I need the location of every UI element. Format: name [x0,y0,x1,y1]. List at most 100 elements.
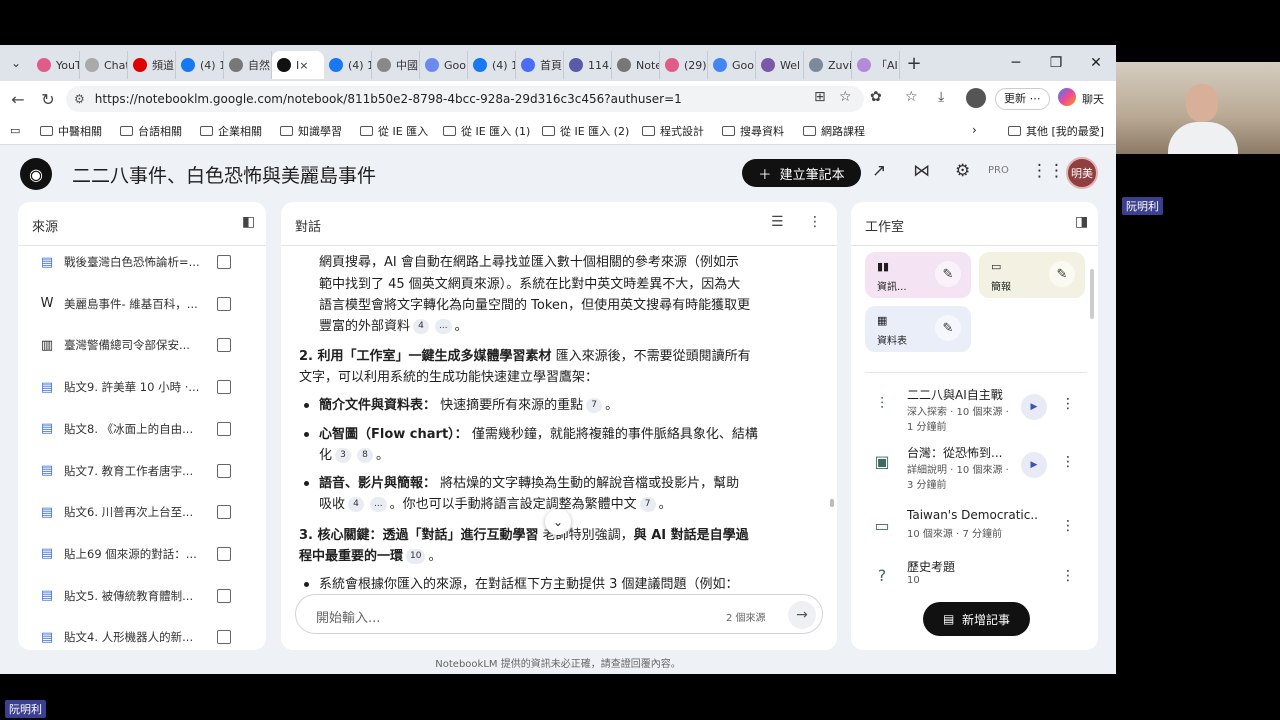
source-checkbox[interactable] [217,380,231,395]
account-avatar[interactable]: 明美 [1066,157,1098,189]
send-button[interactable]: → [788,601,816,629]
new-notebook-button[interactable]: ＋ 建立筆記本 [742,159,861,187]
favorites-icon[interactable]: ☆ [905,89,918,105]
studio-output-item[interactable]: ▭ Taiwan's Democratic... 10 個來源 · 7 分鐘前 ⋮ [869,506,1094,556]
play-icon[interactable]: ▶ [1021,394,1047,420]
browser-tab[interactable]: Wel [756,51,804,79]
bookmark-folder[interactable]: 知識學習 [280,123,342,139]
collections-icon[interactable]: ▭ [10,124,20,137]
minimize-icon[interactable]: ─ [996,45,1036,81]
browser-tab[interactable]: Chat [80,51,128,79]
browser-tab[interactable]: Zuvi [804,51,852,79]
edit-pencil-icon[interactable]: ✎ [1049,261,1075,287]
chat-more-icon[interactable]: ⋮ [808,214,822,230]
profile-avatar[interactable] [966,88,986,108]
browser-tab[interactable]: YouT [32,51,80,79]
studio-scrollbar[interactable] [1090,269,1094,319]
browser-tab[interactable]: (29) [660,51,708,79]
citation-chip[interactable]: 4 [413,319,430,334]
new-tab-button[interactable]: + [900,53,928,74]
site-info-icon[interactable]: ⚙ [74,92,85,106]
share-icon[interactable]: ⋈ [913,161,930,181]
browser-tab[interactable]: 首頁 [516,51,564,79]
scroll-down-button[interactable]: ⌄ [545,509,571,535]
bookmark-star-icon[interactable]: ☆ [839,89,852,105]
reload-icon[interactable]: ↻ [34,90,62,109]
citation-chip[interactable]: 7 [639,497,656,512]
edit-pencil-icon[interactable]: ✎ [935,261,961,287]
browser-tab[interactable]: Note [612,51,660,79]
tab-list-dropdown-icon[interactable]: ⌄ [0,45,32,81]
bookmark-folder[interactable]: 從 IE 匯入 [360,123,428,139]
browser-tab[interactable]: (4) 1 [468,51,516,79]
source-checkbox[interactable] [217,255,231,269]
split-view-icon[interactable]: ⊞ [814,89,826,105]
source-checkbox[interactable] [217,588,231,603]
browser-tab[interactable]: 中國 [372,51,420,79]
restore-icon[interactable]: ❐ [1036,45,1076,81]
chat-input[interactable]: 開始輸入... 2 個來源 → [295,594,823,634]
copilot-icon[interactable] [1058,88,1076,106]
chat-label[interactable]: 聊天 [1082,91,1104,107]
source-checkbox[interactable] [217,338,231,353]
notebooklm-logo-icon[interactable]: ◉ [20,158,52,190]
browser-tab[interactable]: Goo [420,51,468,79]
bookmark-folder[interactable]: 企業相關 [200,123,262,139]
citation-chip[interactable]: 4 [348,497,365,512]
citation-chip[interactable]: ... [435,319,452,334]
more-options-icon[interactable]: ⋮ [1061,518,1075,534]
browser-tab[interactable]: 「AI [852,51,900,79]
more-options-icon[interactable]: ⋮ [1061,454,1075,470]
browser-tab[interactable]: (4) 1 [324,51,372,79]
more-options-icon[interactable]: ⋮ [1061,568,1075,584]
browser-tab[interactable]: 自然 [224,51,272,79]
chat-scrollbar[interactable] [830,499,834,507]
citation-chip[interactable]: 7 [586,398,603,413]
citation-chip[interactable]: 10 [406,549,426,564]
studio-output-item[interactable]: ? 歷史考題 10 ⋮ [869,556,1094,606]
collapse-panel-icon[interactable]: ◨ [1075,214,1088,230]
source-checkbox[interactable] [217,505,231,520]
source-checkbox[interactable] [217,421,231,436]
source-checkbox[interactable] [217,630,231,645]
extensions-icon[interactable]: ✿ [870,89,882,105]
citation-chip[interactable]: ... [370,497,387,512]
source-checkbox[interactable] [217,296,231,311]
source-checkbox[interactable] [217,463,231,478]
studio-output-item[interactable]: ▣ 台灣：從恐怖到... 詳細說明 · 10 個來源 · 3 分鐘前 ▶ ⋮ [869,442,1094,492]
bookmark-folder[interactable]: 搜尋資料 [722,123,784,139]
browser-tab[interactable]: I× [272,51,324,79]
apps-grid-icon[interactable]: ⋮⋮ [1031,161,1065,181]
new-note-button[interactable]: ▤ 新增記事 [923,602,1030,636]
browser-tab[interactable]: 頻道 [128,51,176,79]
settings-gear-icon[interactable]: ⚙ [955,161,970,181]
play-icon[interactable]: ▶ [1021,452,1047,478]
studio-card[interactable]: ▦ 資料表 ✎ [865,306,971,352]
studio-output-item[interactable]: ⫶ 二二八與AI自主戰 深入探索 · 10 個來源 · 1 分鐘前 ▶ ⋮ [869,384,1094,434]
bookmark-other[interactable]: 其他 [我的最愛] [1008,123,1104,139]
close-window-icon[interactable]: ✕ [1076,45,1116,81]
bookmark-folder[interactable]: 中醫相關 [40,123,102,139]
bookmark-folder[interactable]: 網路課程 [803,123,865,139]
studio-card[interactable]: ▮▮ 資訊... ✎ [865,252,971,298]
more-options-icon[interactable]: ⋮ [1061,396,1075,412]
notebook-title[interactable]: 二二八事件、白色恐怖與美麗島事件 [72,161,376,188]
studio-card[interactable]: ▭ 簡報 ✎ [979,252,1085,298]
collapse-panel-icon[interactable]: ◧ [242,214,255,230]
source-checkbox[interactable] [217,546,231,561]
bookmark-folder[interactable]: 程式設計 [642,123,704,139]
bookmark-folder[interactable]: 從 IE 匯入 (1) [443,123,530,139]
analytics-icon[interactable]: ↗ [872,161,886,181]
browser-tab[interactable]: 114. [564,51,612,79]
edit-pencil-icon[interactable]: ✎ [935,315,961,341]
update-button[interactable]: 更新 ⋯ [995,88,1050,110]
bookmarks-more-icon[interactable]: › [972,123,977,137]
download-icon[interactable]: ⤓ [938,89,944,105]
bookmark-folder[interactable]: 台語相關 [120,123,182,139]
browser-tab[interactable]: Goo [708,51,756,79]
citation-chip[interactable]: 8 [357,448,374,463]
citation-chip[interactable]: 3 [335,448,352,463]
bookmark-folder[interactable]: 從 IE 匯入 (2) [542,123,629,139]
back-icon[interactable]: ← [4,90,32,109]
url-field[interactable]: ⚙ https://notebooklm.google.com/notebook… [66,86,864,112]
